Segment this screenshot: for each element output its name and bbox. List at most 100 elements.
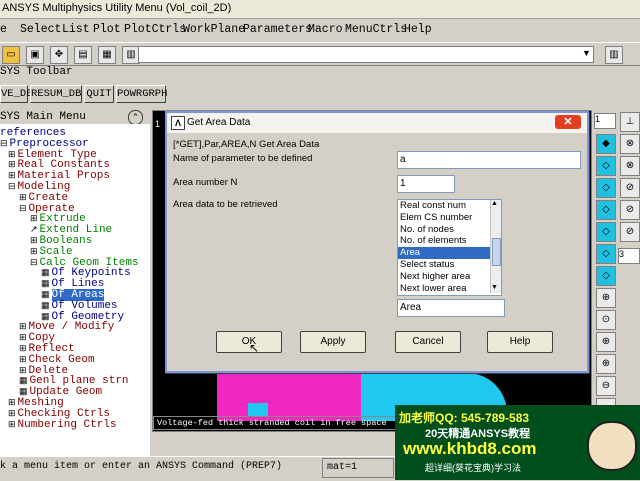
collapse-menu-icon[interactable]: ⌃	[128, 110, 143, 125]
scroll-thumb[interactable]	[492, 238, 501, 266]
minus-icon[interactable]: ⊟	[30, 258, 38, 268]
plus-icon[interactable]: ⊞	[30, 247, 38, 257]
tree-item[interactable]: ⊞ Numbering Ctrls	[8, 418, 117, 431]
ad-line4: 超详细(葵花宝典)学习法	[425, 463, 521, 473]
list-item[interactable]: Next higher area	[398, 271, 501, 283]
rotate-z-icon[interactable]: ⊘	[620, 222, 640, 242]
plus-icon[interactable]: ⊞	[19, 344, 27, 354]
top-view-icon[interactable]: ◇	[596, 178, 616, 198]
param-name-input[interactable]: a	[397, 151, 581, 169]
left-view-icon[interactable]: ◇	[596, 266, 616, 286]
plus-icon[interactable]: ⊞	[8, 420, 16, 430]
right-view-icon[interactable]: ◇	[596, 222, 616, 242]
grid-icon[interactable]: ▦	[41, 312, 50, 322]
plus-icon[interactable]: ⊞	[8, 398, 16, 408]
help-button[interactable]: Help	[487, 331, 553, 353]
menu-workplane[interactable]: WorkPlane	[183, 23, 245, 36]
tree-item-label: Numbering Ctrls	[17, 418, 117, 431]
grid-icon[interactable]: ▦	[41, 301, 50, 311]
list-item-selected[interactable]: Area	[398, 247, 501, 259]
scroll-up-icon[interactable]: ▲	[491, 200, 498, 207]
menu-menuctrls[interactable]: MenuCtrls	[345, 23, 407, 36]
save-db-button[interactable]: VE_DB	[0, 85, 33, 103]
area-magenta	[217, 373, 361, 421]
close-icon[interactable]: ✕	[555, 115, 581, 129]
grid-icon[interactable]: ▦	[41, 290, 50, 300]
tool-icon[interactable]: ↗	[30, 225, 38, 235]
zoom-in-icon[interactable]: ⊗	[620, 156, 640, 176]
zoom-box-icon[interactable]: ⊕	[596, 288, 616, 308]
save-icon[interactable]: ▣	[26, 46, 44, 64]
front-view-icon[interactable]: ◇	[596, 156, 616, 176]
scroll-down-icon[interactable]: ▼	[491, 284, 498, 291]
rotate-x-icon[interactable]: ⊘	[620, 178, 640, 198]
plus-icon[interactable]: ⊞	[8, 160, 16, 170]
plus-icon[interactable]: ⊞	[19, 333, 27, 343]
back-view-icon[interactable]: ◇	[596, 200, 616, 220]
plus-icon[interactable]: ⊞	[19, 366, 27, 376]
ansys-logo-icon: Λ	[171, 116, 185, 130]
menu-select[interactable]: Select	[20, 23, 61, 36]
area-data-listbox[interactable]: Real const num Elem CS number No. of nod…	[397, 199, 502, 296]
ansys-toolbar-title: SYS Toolbar	[0, 66, 73, 78]
minus-icon[interactable]: ⊟	[0, 139, 8, 149]
minus-icon[interactable]: ⊟	[8, 182, 16, 192]
pan-icon[interactable]: ✥	[50, 46, 68, 64]
minus-icon[interactable]: ⊟	[19, 204, 27, 214]
bottom-view-icon[interactable]: ◇	[596, 244, 616, 264]
menu-plotctrls[interactable]: PlotCtrls	[124, 23, 186, 36]
rotate-y-icon[interactable]: ⊘	[620, 200, 640, 220]
zoom-in-plus-icon[interactable]: ⊕	[596, 354, 616, 374]
menu-parameters[interactable]: Parameters	[243, 23, 312, 36]
list-item[interactable]: No. of nodes	[398, 224, 501, 236]
apply-button[interactable]: Apply	[300, 331, 366, 353]
menu-file-partial[interactable]: e	[0, 23, 7, 36]
selected-value-field: Area	[397, 299, 505, 317]
plus-icon[interactable]: ⊞	[19, 355, 27, 365]
iso-view-icon[interactable]: ◆	[596, 134, 616, 154]
plus-icon[interactable]: ⊞	[8, 171, 16, 181]
open-folder-icon[interactable]: ▭	[2, 46, 20, 64]
listbox-scrollbar[interactable]: ▲ ▼	[490, 200, 501, 293]
command-label: [*GET],Par,AREA,N Get Area Data	[173, 139, 320, 150]
menu-macro[interactable]: Macro	[308, 23, 343, 36]
area-number-label: Area number N	[173, 177, 238, 188]
cancel-button[interactable]: Cancel	[395, 331, 461, 353]
window-combo[interactable]: 1	[594, 113, 616, 129]
list-item[interactable]: Real const num	[398, 200, 501, 212]
main-menu-title: SYS Main Menu	[0, 111, 86, 123]
rate-combo[interactable]: 3	[618, 248, 640, 264]
menu-plot[interactable]: Plot	[93, 23, 121, 36]
grid-icon[interactable]: ▦	[19, 387, 28, 397]
resume-db-button[interactable]: RESUM_DB	[30, 85, 82, 103]
grid-icon[interactable]: ▦	[41, 279, 50, 289]
list-item[interactable]: Next lower area	[398, 283, 501, 295]
powergraph-button[interactable]: POWRGRPH	[116, 85, 167, 103]
list-item[interactable]: No. of elements	[398, 235, 501, 247]
list-item[interactable]: Elem CS number	[398, 212, 501, 224]
area-number-input[interactable]: 1	[397, 175, 455, 193]
print-icon[interactable]: ▤	[74, 46, 92, 64]
plus-icon[interactable]: ⊞	[8, 409, 16, 419]
menu-list[interactable]: List	[62, 23, 90, 36]
pan-zoom-icon[interactable]: ⊕	[596, 332, 616, 352]
zoom-out-icon[interactable]: ⊗	[620, 134, 640, 154]
list-item[interactable]: Select status	[398, 259, 501, 271]
plus-icon[interactable]: ⊞	[19, 322, 27, 332]
report-icon[interactable]: ▦	[98, 46, 116, 64]
command-input[interactable]	[138, 46, 594, 63]
grid-icon[interactable]: ▦	[19, 376, 28, 386]
plus-icon[interactable]: ⊞	[30, 236, 38, 246]
command-dropdown-icon[interactable]: ▼	[582, 48, 591, 58]
zoom-icon[interactable]: ⊙	[596, 310, 616, 330]
plus-icon[interactable]: ⊞	[8, 150, 16, 160]
ad-line1: 加老师QQ: 545-789-583	[399, 411, 530, 425]
plus-icon[interactable]: ⊞	[19, 193, 27, 203]
quit-button[interactable]: QUIT	[84, 85, 114, 103]
pin-icon[interactable]: ⊥	[620, 112, 640, 132]
menu-help[interactable]: Help	[404, 23, 432, 36]
grid-icon[interactable]: ▦	[41, 268, 50, 278]
plus-icon[interactable]: ⊞	[30, 214, 38, 224]
command-history-icon[interactable]: ▥	[605, 46, 623, 64]
zoom-out-minus-icon[interactable]: ⊖	[596, 376, 616, 396]
